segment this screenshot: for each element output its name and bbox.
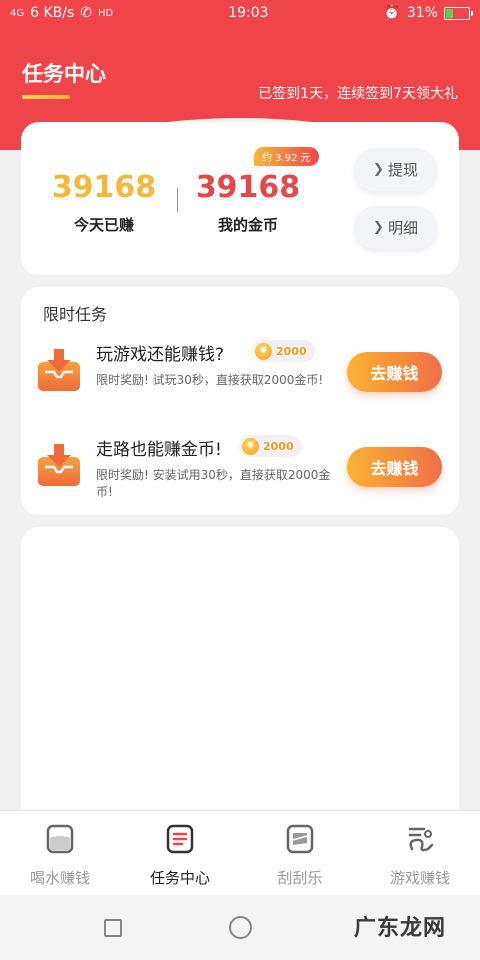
cup-icon — [46, 824, 74, 854]
download-tray-icon — [38, 349, 80, 391]
game-icon — [408, 827, 434, 852]
battery-icon — [443, 6, 473, 20]
detail-label: 明细 — [387, 219, 418, 237]
recent-apps-button[interactable] — [104, 919, 122, 937]
watermark-text: 广东龙网 — [353, 916, 446, 941]
coins-card: 39168 今天已赚 39168 我的金币 约 3.92 元 ❯ 提现 ❯ 明细 — [21, 122, 459, 275]
my-coins-stat: 39168 我的金币 — [173, 170, 323, 235]
system-nav-bar: 广东龙网 — [0, 895, 480, 960]
task-item: 玩游戏还能赚钱? ¥ 2000 限时奖励! 试玩30秒，直接获取2000金币! … — [21, 332, 459, 422]
today-earned-stat: 39168 今天已赚 — [29, 170, 179, 235]
task-title: 走路也能赚金币! — [96, 440, 222, 460]
task-title: 玩游戏还能赚钱? — [96, 345, 225, 365]
task-description: 限时奖励! 试玩30秒，直接获取2000金币! — [96, 373, 324, 387]
tab-label: 任务中心 — [149, 869, 210, 887]
tab-drink-water[interactable]: 喝水赚钱 — [0, 811, 120, 895]
status-bar: 4G 6 KB/s ✆ HD 19:03 ⏰ 31% — [0, 0, 480, 26]
earn-money-button[interactable]: 去赚钱 — [347, 447, 442, 487]
tab-task-center[interactable]: 任务中心 — [120, 811, 240, 895]
earn-money-button[interactable]: 去赚钱 — [347, 352, 442, 392]
battery-fill — [445, 8, 454, 18]
alarm-icon: ⏰ — [383, 5, 401, 21]
status-right: ⏰ 31% — [383, 5, 473, 21]
tab-scratch-card[interactable]: 刮刮乐 — [240, 811, 360, 895]
content-card-empty — [21, 527, 459, 827]
my-coins-value: 39168 — [195, 170, 301, 205]
network-speed: 6 KB/s — [30, 5, 75, 21]
bottom-tab-bar: 喝水赚钱 任务中心 刮刮乐 游戏赚钱 — [0, 810, 480, 895]
battery-text: 31% — [406, 5, 438, 21]
task-description: 限时奖励! 安装试用30秒，直接获取2000金币! — [96, 468, 331, 499]
section-title: 限时任务 — [43, 305, 108, 324]
coin-reward-value: 2000 — [263, 439, 294, 453]
signal-indicator: 4G — [10, 7, 25, 19]
status-time: 19:03 — [228, 5, 269, 21]
withdraw-label: 提现 — [387, 161, 418, 179]
today-earned-label: 今天已赚 — [73, 216, 134, 234]
title-underline — [22, 95, 70, 99]
phone-call-icon: ✆ — [80, 5, 93, 21]
chevron-right-icon: ❯ — [373, 220, 384, 235]
task-list-icon — [166, 824, 194, 854]
coin-icon: ¥ — [255, 342, 272, 360]
coin-reward-chip: ¥ 2000 — [239, 435, 302, 457]
withdraw-button[interactable]: ❯ 提现 — [354, 148, 437, 191]
page-title: 任务中心 — [22, 62, 106, 86]
detail-button[interactable]: ❯ 明细 — [354, 206, 437, 249]
coin-reward-value: 2000 — [276, 344, 307, 358]
rmb-value-badge: 约 3.92 元 — [254, 147, 319, 166]
tab-label: 刮刮乐 — [277, 869, 323, 887]
coin-reward-chip: ¥ 2000 — [252, 340, 315, 362]
signin-status-text: 已签到1天，连续签到7天领大礼 — [258, 86, 458, 102]
scratch-card-icon — [286, 824, 314, 854]
status-left: 4G 6 KB/s ✆ HD — [10, 5, 113, 21]
chevron-right-icon: ❯ — [373, 162, 384, 177]
home-button[interactable] — [229, 916, 252, 939]
tab-label: 喝水赚钱 — [29, 869, 90, 887]
my-coins-label: 我的金币 — [217, 216, 278, 234]
download-tray-icon — [38, 444, 80, 486]
tab-label: 游戏赚钱 — [389, 869, 450, 887]
task-item: 走路也能赚金币! ¥ 2000 限时奖励! 安装试用30秒，直接获取2000金币… — [21, 427, 459, 517]
today-earned-value: 39168 — [51, 170, 157, 205]
tab-game-earn[interactable]: 游戏赚钱 — [360, 811, 480, 895]
coin-icon: ¥ — [242, 437, 259, 455]
hd-call-indicator: HD — [98, 7, 114, 19]
limited-tasks-card: 限时任务 玩游戏还能赚钱? ¥ 2000 限时奖励! 试玩30秒，直接获取200… — [21, 287, 459, 515]
